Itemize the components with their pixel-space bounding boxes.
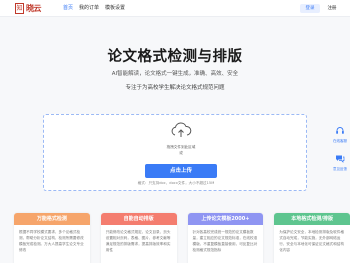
page-title: 论文格式检测与排版 [107,49,243,65]
online-service-label: 在线客服 [333,139,347,143]
logo[interactable]: 知 晓云 [15,2,49,15]
main-nav: 首页 我的订单 模板设置 [63,4,125,13]
feedback-label: 意见反馈 [333,167,347,171]
feature-card-format-check: 万能格式检测 根据不同学校模式要求，多个论格式检测，帮助分析论文结构，检测所需要… [14,213,90,263]
upload-button[interactable]: 点击上传 [145,164,217,178]
upload-hint: 拖拽文件到此区域 或 [156,145,206,156]
online-service-button[interactable]: 在线客服 [330,120,350,143]
nav-my-orders[interactable]: 我的订单 [79,4,99,13]
upload-hint-line2: 或 [179,150,183,155]
hero-description: 专注于为高校学生解决论文格式规范问题 [125,85,225,91]
card-text: 为保护论文安全，本地检测排版及软件格式自动完成，节能实施，无外部网络运行，安全与… [279,230,344,252]
card-title: 自能自动排版 [100,213,177,225]
upload-dropzone[interactable]: 拖拽文件到此区域 或 点击上传 格式：只支持doc、docx文件，大小不超过15… [43,114,307,191]
headset-icon [336,127,344,134]
feature-card-templates: 上传论文模板2000+ 针对各高校完成统一规范的论文模板数量，建立相应的论文规范… [187,213,264,263]
chat-icon [336,155,345,163]
cloud-upload-icon [171,122,192,137]
upload-format-note: 格式：只支持doc、docx文件，大小不超过15M [137,181,215,185]
hero-subtitle: AI智能解读，论文格式一键生成，准确、高效、安全 [111,71,239,77]
card-title: 上传论文模板2000+ [187,213,264,225]
card-title: 本地格式检测/排版 [274,213,350,225]
feedback-button[interactable]: 意见反馈 [330,148,350,171]
logo-mark: 知 [15,3,24,14]
register-button[interactable]: 注册 [324,4,340,13]
feature-card-local-check: 本地格式检测/排版 为保护论文安全，本地检测排版及软件格式自动完成，节能实施，无… [274,213,350,263]
top-navigation-bar: 知 晓云 首页 我的订单 模板设置 登录 注册 [0,0,350,17]
card-text: 只能修改论文格式规定，论文目录、页头设置相对页码，表格、图片、参考文献等满足规范… [105,230,171,252]
nav-home[interactable]: 首页 [63,4,73,13]
feature-card-auto-layout: 自能自动排版 只能修改论文格式规定，论文目录、页头设置相对页码，表格、图片、参考… [100,213,177,263]
login-button[interactable]: 登录 [300,4,320,13]
card-text: 根据不同学校模式要求，多个论格式检测，帮助分析论文结构，检测所需要修改模板完成检… [19,230,84,252]
side-toolbar: 在线客服 意见反馈 [330,120,350,176]
logo-text: 晓云 [26,3,42,13]
nav-template-settings[interactable]: 模板设置 [105,4,125,13]
card-title: 万能格式检测 [14,213,90,225]
card-text: 针对各高校完成统一规范的论文模板数量，建立相应的论文规范标准，在线校准模版，不重… [192,230,258,252]
feature-cards: 万能格式检测 根据不同学校模式要求，多个论格式检测，帮助分析论文结构，检测所需要… [14,213,350,263]
